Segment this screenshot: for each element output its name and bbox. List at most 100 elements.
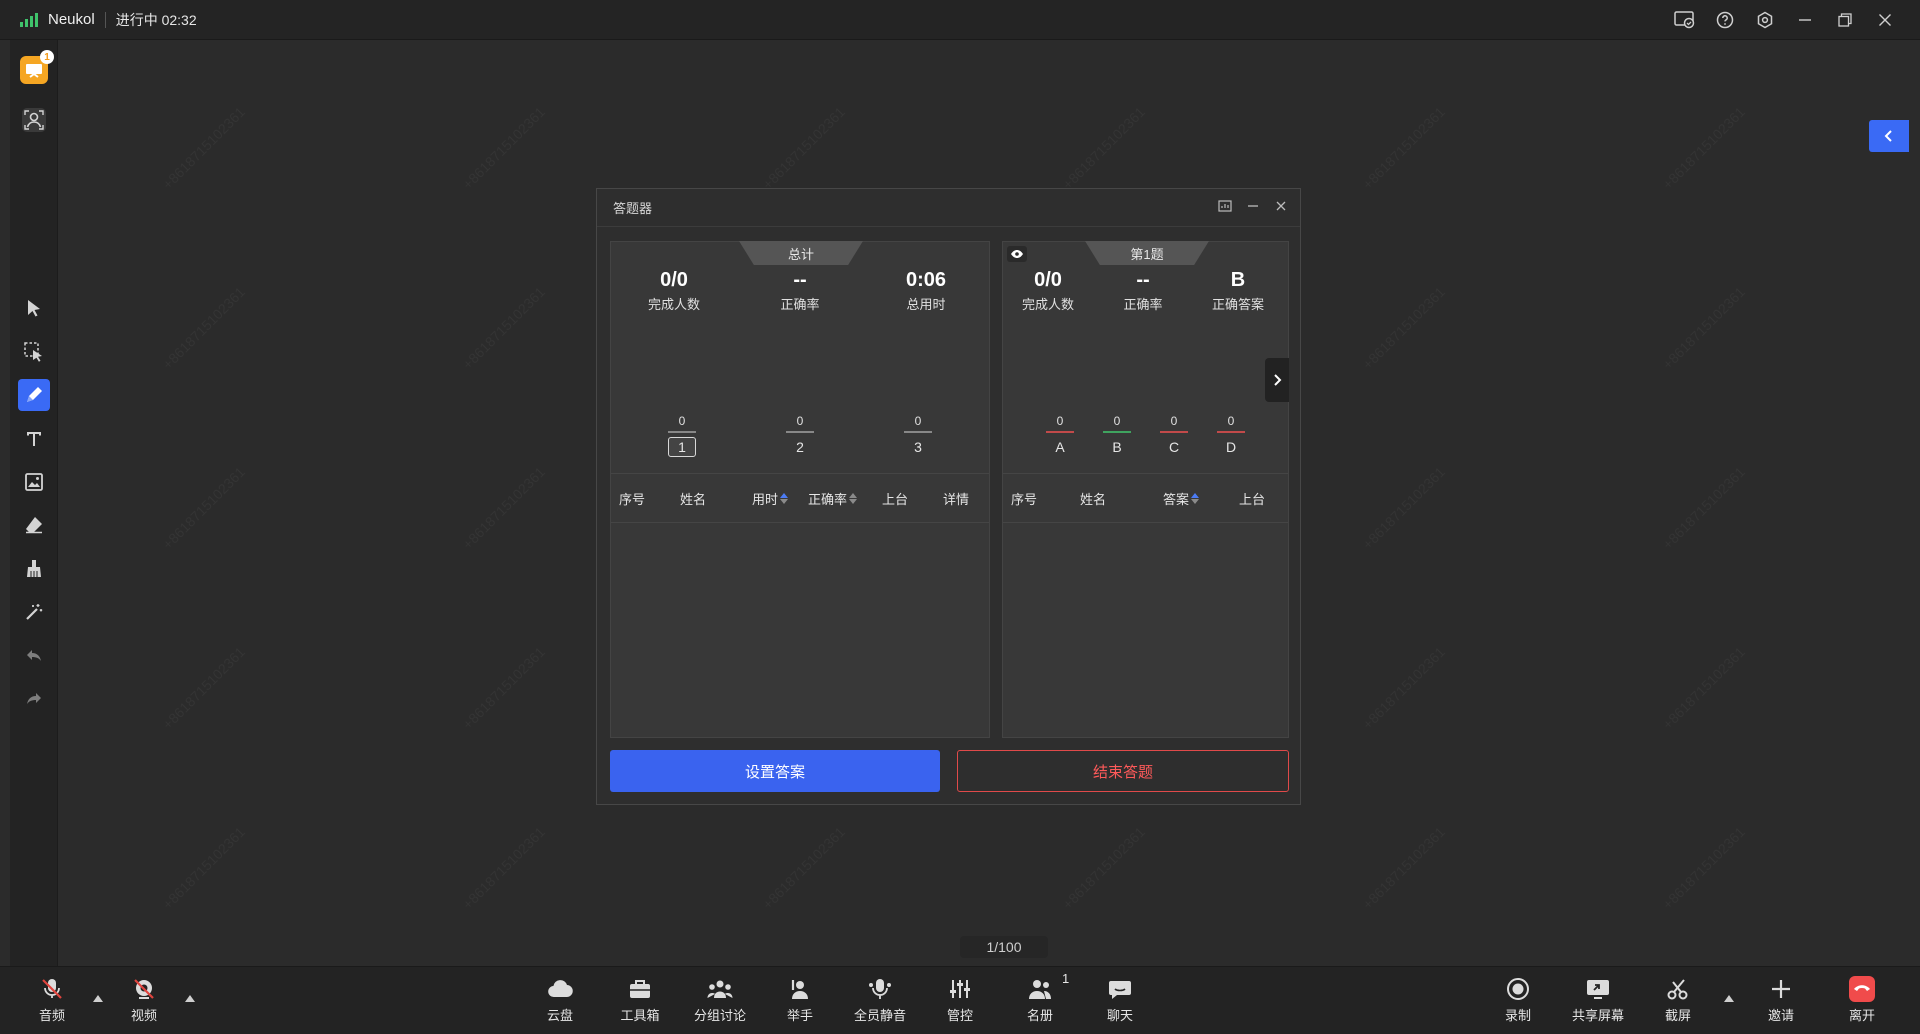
watermark: +8618715102361 [1359, 284, 1448, 373]
settings-icon[interactable] [1754, 9, 1776, 31]
set-answer-button[interactable]: 设置答案 [610, 750, 940, 792]
controls-button[interactable]: 管控 [920, 975, 1000, 1029]
restore-icon[interactable] [1834, 9, 1856, 31]
invite-icon [1741, 975, 1821, 1003]
dialog-close-icon[interactable] [1272, 197, 1290, 215]
column-accuracy-sort[interactable]: 正确率 [808, 489, 858, 508]
column-time-sort[interactable]: 用时 [752, 489, 789, 508]
question-table-header: 序号 姓名 答案 上台 [1003, 473, 1288, 523]
magic-wand-tool[interactable] [18, 596, 50, 628]
mute-all-icon [840, 975, 920, 1003]
clear-tool[interactable] [18, 553, 50, 585]
video-button[interactable]: 视频 [104, 975, 184, 1029]
toolbox-button[interactable]: 工具箱 [600, 975, 680, 1029]
breakout-button[interactable]: 分组讨论 [680, 975, 760, 1029]
option-bar[interactable]: 0 C [1154, 414, 1194, 459]
question-bar[interactable]: 0 1 [662, 414, 702, 459]
stat-value: -- [793, 269, 807, 291]
dialog-header[interactable]: 答题器 [597, 189, 1300, 227]
cursor-arrow-icon [28, 300, 40, 317]
chat-label: 聊天 [1106, 1008, 1133, 1023]
record-button[interactable]: 录制 [1478, 975, 1558, 1029]
cast-icon[interactable] [1674, 9, 1696, 31]
next-question-button[interactable] [1265, 358, 1289, 402]
sort-icon [1191, 492, 1200, 504]
broom-icon [27, 560, 41, 577]
screenshot-label: 截屏 [1664, 1008, 1691, 1023]
text-tool[interactable] [18, 423, 50, 455]
notification-badge: 1 [40, 50, 54, 64]
mute-all-button[interactable]: 全员静音 [840, 975, 920, 1029]
person-frame-icon [22, 108, 46, 132]
column-answer-sort[interactable]: 答案 [1163, 489, 1200, 508]
participant-view-button[interactable] [18, 104, 50, 136]
watermark: +8618715102361 [1659, 104, 1748, 193]
watermark: +8618715102361 [1659, 284, 1748, 373]
watermark: +8618715102361 [1359, 464, 1448, 553]
controls-label: 管控 [946, 1008, 973, 1023]
watermark: +8618715102361 [1059, 824, 1148, 913]
text-icon [27, 432, 41, 446]
screenshot-options-caret[interactable] [1724, 995, 1734, 1002]
bar-line [904, 431, 932, 433]
column-time: 用时 [752, 491, 779, 507]
meeting-status: 进行中 02:32 [115, 11, 197, 28]
audio-button[interactable]: 音频 [12, 975, 92, 1029]
stat-value: 0/0 [1034, 269, 1062, 291]
watermark: +8618715102361 [459, 464, 548, 553]
option-label: C [1168, 439, 1180, 455]
area-select-tool[interactable] [18, 336, 50, 368]
option-bar[interactable]: 0 D [1211, 414, 1251, 459]
bottom-toolbar: 音频 视频 云盘 工具箱 分组讨论 举手 全员静音 管控 1 名册 聊天 录制 … [0, 966, 1920, 1034]
leave-button[interactable]: 离开 [1822, 975, 1902, 1029]
stat-completed: 0/0 完成人数 [619, 268, 729, 313]
toolbox-icon [600, 975, 680, 1003]
chat-icon [1080, 975, 1160, 1003]
column-index: 序号 [619, 491, 646, 507]
column-answer: 答案 [1163, 491, 1190, 507]
group-icon [680, 975, 760, 1003]
minimize-icon[interactable] [1794, 9, 1816, 31]
stat-accuracy: -- 正确率 [745, 268, 855, 313]
select-tool[interactable] [18, 292, 50, 324]
expand-side-panel-button[interactable] [1869, 120, 1909, 152]
option-bar[interactable]: 0 A [1040, 414, 1080, 459]
pen-tool[interactable] [18, 379, 50, 411]
dialog-minimize-icon[interactable] [1244, 197, 1262, 215]
question-tab: 第1题 [1085, 241, 1209, 265]
roster-count: 1 [1062, 971, 1070, 986]
roster-button[interactable]: 1 名册 [1000, 971, 1080, 1029]
image-tool[interactable] [18, 466, 50, 498]
stat-label: 完成人数 [1021, 297, 1074, 312]
raise-hand-button[interactable]: 举手 [760, 975, 840, 1029]
help-icon[interactable] [1714, 9, 1736, 31]
bar-count: 0 [678, 414, 686, 428]
audio-options-caret[interactable] [93, 995, 103, 1002]
watermark: +8618715102361 [1659, 644, 1748, 733]
stats-icon[interactable] [1216, 197, 1234, 215]
eye-icon[interactable] [1007, 246, 1027, 262]
bar-count: 0 [796, 414, 804, 428]
option-label: B [1112, 439, 1122, 455]
redo-icon [27, 693, 41, 704]
end-quiz-button[interactable]: 结束答题 [957, 750, 1289, 792]
share-screen-button[interactable]: 共享屏幕 [1558, 975, 1638, 1029]
bar-label: 3 [914, 439, 922, 455]
invite-button[interactable]: 邀请 [1741, 975, 1821, 1029]
close-icon[interactable] [1874, 9, 1896, 31]
cloud-drive-button[interactable]: 云盘 [520, 975, 600, 1029]
question-bar[interactable]: 0 3 [898, 414, 938, 459]
video-options-caret[interactable] [185, 995, 195, 1002]
chat-button[interactable]: 聊天 [1080, 975, 1160, 1029]
screenshot-button[interactable]: 截屏 [1638, 975, 1718, 1029]
undo-button[interactable] [18, 640, 50, 672]
eraser-tool[interactable] [18, 509, 50, 541]
option-count: 0 [1170, 414, 1178, 428]
option-bar[interactable]: 0 B [1097, 414, 1137, 459]
audio-label: 音频 [38, 1008, 65, 1023]
whiteboard-notification-button[interactable]: 1 [18, 50, 54, 86]
cloud-icon [520, 975, 600, 1003]
redo-button[interactable] [18, 683, 50, 715]
question-bar[interactable]: 0 2 [780, 414, 820, 459]
roster-label: 名册 [1026, 1008, 1053, 1023]
